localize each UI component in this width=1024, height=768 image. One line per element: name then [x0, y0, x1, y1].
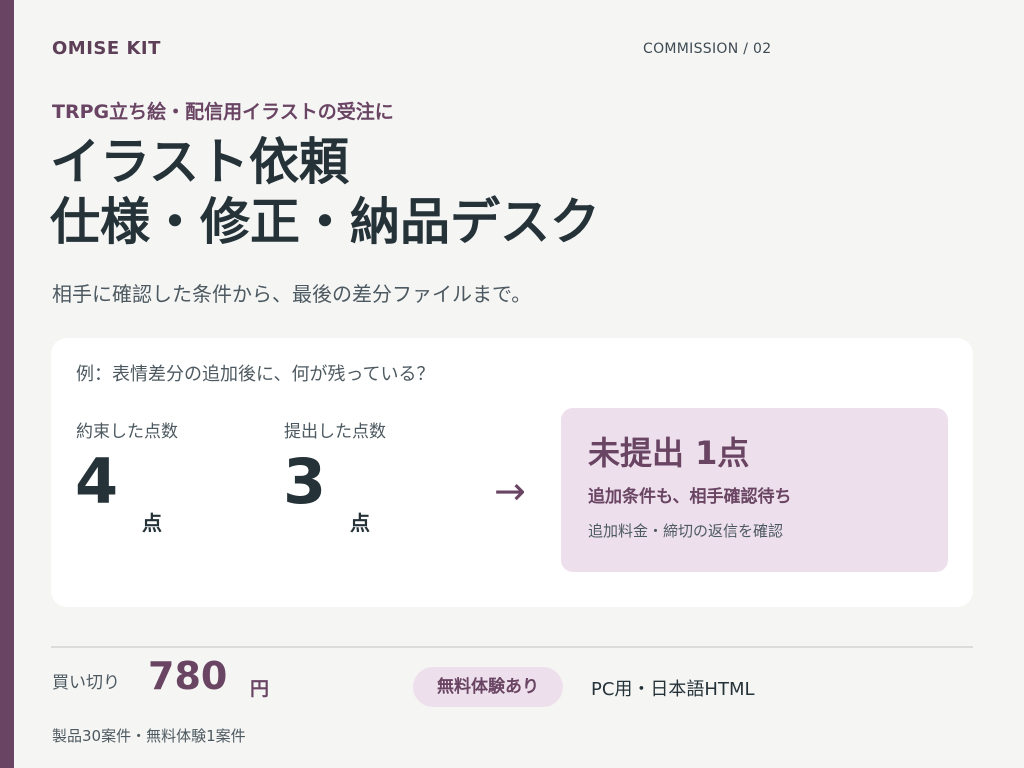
example-question: 例：表情差分の追加後に、何が残っている？ [76, 364, 435, 385]
remaining-note: 追加料金・締切の返信を確認 [588, 522, 784, 540]
promised-count-label: 約束した点数 [76, 422, 178, 442]
promised-count-value: 4 [75, 445, 119, 518]
page-subtitle: 相手に確認した条件から、最後の差分ファイルまで。 [52, 282, 532, 306]
price-currency: 円 [250, 678, 270, 700]
title-line-2: 仕様・修正・納品デスク [50, 193, 600, 251]
submitted-count-value: 3 [283, 445, 327, 518]
page-title: イラスト依頼 仕様・修正・納品デスク [50, 132, 600, 252]
remaining-status: 追加条件も、相手確認待ち [588, 487, 792, 507]
submitted-count-label: 提出した点数 [284, 422, 386, 442]
remaining-count: 未提出 1点 [588, 434, 750, 472]
promised-count-unit: 点 [142, 511, 162, 535]
stock-info: 製品30案件・無料体験1案件 [52, 727, 246, 745]
brand-name: OMISE KIT [52, 38, 161, 59]
remaining-result-panel: 未提出 1点 追加条件も、相手確認待ち 追加料金・締切の返信を確認 [561, 408, 948, 572]
example-card: 例：表情差分の追加後に、何が残っている？ 約束した点数 4 点 提出した点数 3… [51, 338, 973, 607]
footer-divider [51, 646, 973, 648]
title-line-1: イラスト依頼 [50, 133, 349, 191]
eyebrow-text: TRPG立ち絵・配信用イラストの受注に [52, 101, 394, 123]
accent-sidebar-bar [0, 0, 14, 768]
free-trial-badge: 無料体験あり [413, 667, 563, 707]
platform-info: PC用・日本語HTML [591, 679, 755, 700]
price-value: 780 [148, 654, 228, 698]
purchase-type-label: 買い切り [52, 673, 120, 693]
right-arrow-icon: → [494, 469, 526, 513]
section-label: COMMISSION / 02 [643, 41, 772, 57]
submitted-count-unit: 点 [350, 511, 370, 535]
